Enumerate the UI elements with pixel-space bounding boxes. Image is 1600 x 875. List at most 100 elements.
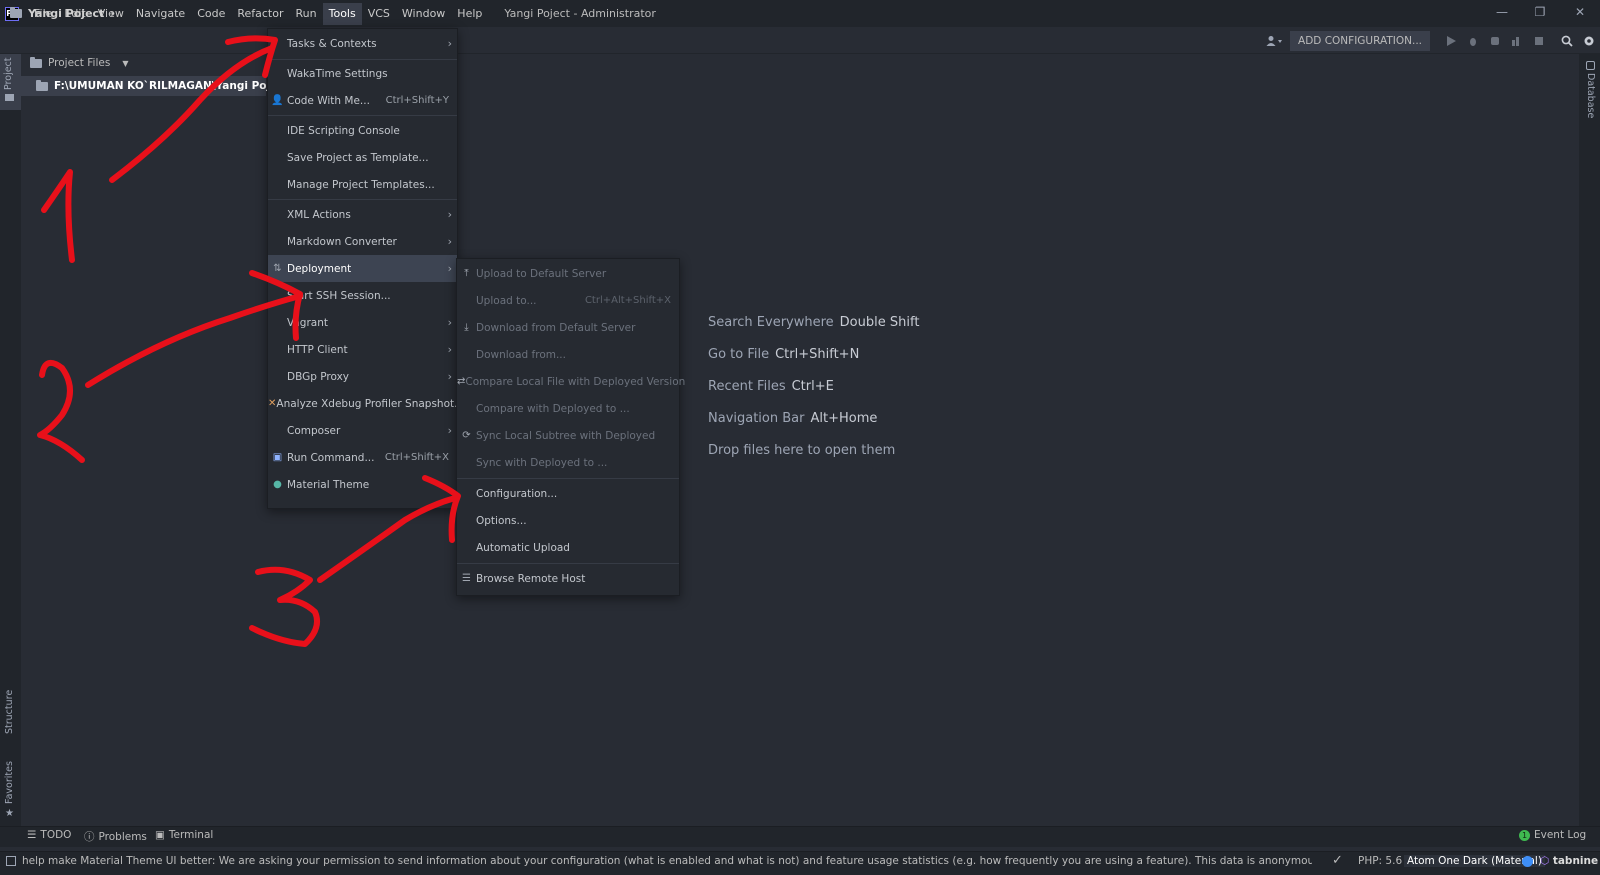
add-configuration-button[interactable]: ADD CONFIGURATION... bbox=[1290, 30, 1430, 51]
menu-item-label: Analyze Xdebug Profiler Snapshot... bbox=[276, 397, 465, 410]
stripe-database-label[interactable]: Database bbox=[1585, 73, 1596, 118]
menu-item-sync-with-deployed[interactable]: Sync with Deployed to ... bbox=[457, 449, 679, 476]
tools-menu: Tasks & Contexts › WakaTime Settings 👤 Cod… bbox=[267, 28, 464, 509]
menu-run[interactable]: Run bbox=[290, 3, 323, 25]
menu-item-xml-actions[interactable]: XML Actions › bbox=[268, 201, 457, 228]
menu-item-composer[interactable]: Composer › bbox=[268, 417, 457, 444]
menu-item-upload-to[interactable]: Upload to... Ctrl+Alt+Shift+X bbox=[457, 287, 679, 314]
menu-item-label: Vagrant bbox=[287, 316, 328, 329]
menu-item-label: IDE Scripting Console bbox=[287, 124, 400, 137]
check-circle-icon[interactable]: ✓ bbox=[1332, 853, 1343, 868]
menu-item-deployment[interactable]: ⇅ Deployment › bbox=[268, 255, 457, 282]
user-dropdown-icon[interactable] bbox=[1260, 30, 1290, 52]
problems-tab[interactable]: ⓘ Problems bbox=[84, 829, 147, 844]
menu-item-tasks-contexts[interactable]: Tasks & Contexts › bbox=[268, 30, 457, 57]
menu-item-code-with-me[interactable]: 👤 Code With Me... Ctrl+Shift+Y bbox=[268, 87, 457, 114]
terminal-label: Terminal bbox=[168, 829, 214, 841]
run-icon[interactable] bbox=[1440, 30, 1462, 52]
close-icon[interactable]: ✕ bbox=[1561, 0, 1599, 24]
menu-window[interactable]: Window bbox=[396, 3, 451, 25]
project-view-label[interactable]: Project Files bbox=[48, 57, 110, 69]
status-message[interactable]: help make Material Theme UI better: We a… bbox=[22, 855, 1312, 867]
event-log-tab[interactable]: 1 Event Log bbox=[1519, 829, 1586, 841]
menu-item-download-default-server[interactable]: ⤓ Download from Default Server bbox=[457, 314, 679, 341]
menu-item-material-theme[interactable]: ● Material Theme bbox=[268, 471, 457, 498]
breadcrumb[interactable]: Yangi Poject › bbox=[10, 7, 115, 20]
menu-item-options[interactable]: Options... bbox=[457, 507, 679, 534]
menu-item-compare-local-file[interactable]: ⇄ Compare Local File with Deployed Versio… bbox=[457, 368, 685, 395]
todo-tab[interactable]: ☰ TODO bbox=[27, 829, 71, 841]
menu-item-browse-remote-host[interactable]: ☰ Browse Remote Host bbox=[457, 565, 679, 592]
terminal-icon: ▣ bbox=[272, 452, 283, 463]
menu-vcs[interactable]: VCS bbox=[362, 3, 396, 25]
menu-separator bbox=[457, 563, 679, 564]
menu-item-automatic-upload[interactable]: Automatic Upload bbox=[457, 534, 679, 561]
xdebug-icon: ✕ bbox=[268, 398, 277, 409]
menu-code[interactable]: Code bbox=[191, 3, 231, 25]
restore-icon[interactable]: ❐ bbox=[1521, 0, 1559, 24]
hint-text: Navigation Bar bbox=[708, 411, 805, 426]
menu-item-start-ssh-session[interactable]: Start SSH Session... bbox=[268, 282, 457, 309]
php-version[interactable]: PHP: 5.6 bbox=[1358, 855, 1402, 867]
remote-host-icon: ☰ bbox=[462, 573, 471, 584]
menu-item-sync-local-subtree[interactable]: ⟳ Sync Local Subtree with Deployed bbox=[457, 422, 679, 449]
menu-navigate[interactable]: Navigate bbox=[130, 3, 191, 25]
menu-item-label: Tasks & Contexts bbox=[287, 37, 377, 50]
menu-item-shortcut: Ctrl+Shift+Y bbox=[385, 95, 449, 106]
menu-item-ide-scripting-console[interactable]: IDE Scripting Console bbox=[268, 117, 457, 144]
menu-refactor[interactable]: Refactor bbox=[231, 3, 289, 25]
stripe-favorites-label[interactable]: Favorites bbox=[4, 761, 15, 804]
status-toggle-icon[interactable] bbox=[6, 856, 16, 866]
minimize-icon[interactable]: — bbox=[1483, 0, 1521, 24]
breadcrumb-project[interactable]: Yangi Poject bbox=[28, 7, 104, 20]
chevron-right-icon: › bbox=[447, 37, 452, 50]
stop-icon[interactable] bbox=[1528, 30, 1550, 52]
menu-item-analyze-xdebug[interactable]: ✕ Analyze Xdebug Profiler Snapshot... bbox=[268, 390, 464, 417]
menu-item-dbgp-proxy[interactable]: DBGp Proxy › bbox=[268, 363, 457, 390]
settings-gear-icon[interactable] bbox=[1578, 30, 1600, 52]
project-tool-window-tab[interactable]: Project bbox=[0, 54, 21, 110]
menu-separator bbox=[457, 478, 679, 479]
upload-icon: ⤒ bbox=[464, 268, 469, 279]
menu-item-label: Manage Project Templates... bbox=[287, 178, 435, 191]
menu-item-vagrant[interactable]: Vagrant › bbox=[268, 309, 457, 336]
menu-item-run-command[interactable]: ▣ Run Command... Ctrl+Shift+X bbox=[268, 444, 457, 471]
compare-icon: ⇄ bbox=[457, 376, 466, 387]
stripe-structure-label[interactable]: Structure bbox=[4, 690, 15, 734]
project-root-node[interactable]: F:\UMUMAN KO`RILMAGAN\Yangi Poject bbox=[36, 79, 288, 92]
menu-item-save-project-template[interactable]: Save Project as Template... bbox=[268, 144, 457, 171]
chevron-right-icon: › bbox=[110, 7, 115, 20]
tabnine-status[interactable]: ⬡ tabnine bbox=[1540, 855, 1598, 867]
menu-item-wakatime-settings[interactable]: WakaTime Settings bbox=[268, 60, 457, 87]
chevron-right-icon: › bbox=[447, 370, 452, 383]
hint-navigation-bar: Navigation Bar Alt+Home bbox=[708, 411, 877, 426]
coverage-icon[interactable] bbox=[1484, 30, 1506, 52]
menu-item-label: Automatic Upload bbox=[476, 541, 570, 554]
deployment-icon: ⇅ bbox=[273, 263, 282, 274]
debug-icon[interactable] bbox=[1462, 30, 1484, 52]
menu-item-manage-project-templates[interactable]: Manage Project Templates... bbox=[268, 171, 457, 198]
download-icon: ⤓ bbox=[464, 322, 469, 333]
menu-item-http-client[interactable]: HTTP Client › bbox=[268, 336, 457, 363]
profile-icon[interactable] bbox=[1506, 30, 1528, 52]
search-icon[interactable] bbox=[1556, 30, 1578, 52]
menu-item-configuration[interactable]: Configuration... bbox=[457, 480, 679, 507]
menu-item-compare-with-deployed[interactable]: Compare with Deployed to ... bbox=[457, 395, 679, 422]
chevron-right-icon: › bbox=[447, 424, 452, 437]
menu-item-markdown-converter[interactable]: Markdown Converter › bbox=[268, 228, 457, 255]
hint-text: Drop files here to open them bbox=[708, 443, 896, 458]
menu-help[interactable]: Help bbox=[451, 3, 488, 25]
menu-item-upload-default-server[interactable]: ⤒ Upload to Default Server bbox=[457, 260, 679, 287]
menu-item-label: Sync Local Subtree with Deployed bbox=[476, 429, 656, 442]
menu-tools[interactable]: Tools bbox=[322, 2, 362, 25]
terminal-icon: ▣ bbox=[155, 829, 165, 841]
terminal-tab[interactable]: ▣ Terminal bbox=[155, 829, 213, 841]
menu-item-label: HTTP Client bbox=[287, 343, 348, 356]
hint-shortcut: Ctrl+Shift+N bbox=[775, 347, 860, 362]
folder-icon bbox=[10, 7, 22, 18]
material-theme-icon bbox=[1522, 856, 1533, 867]
menu-item-label: Run Command... bbox=[287, 451, 375, 464]
project-view-selector[interactable]: Project Files ▼ bbox=[30, 56, 128, 69]
menu-item-download-from[interactable]: Download from... bbox=[457, 341, 679, 368]
chevron-right-icon: › bbox=[447, 208, 452, 221]
